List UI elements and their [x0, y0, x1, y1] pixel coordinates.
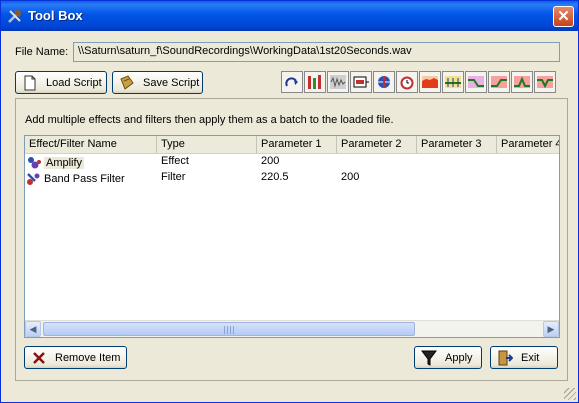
spectrum-band-icon: [514, 76, 530, 88]
row-type: Effect: [161, 155, 189, 167]
column-header-type[interactable]: Type: [157, 136, 257, 153]
tool-button-normalize[interactable]: [350, 71, 372, 93]
exit-button[interactable]: Exit: [490, 346, 558, 369]
save-script-button[interactable]: Save Script: [112, 71, 203, 94]
window-title: Tool Box: [28, 8, 83, 23]
spectrum-highpass-icon: [491, 76, 507, 88]
row-parameter-1: 220.5: [261, 171, 289, 183]
row-name: Amplify: [44, 156, 85, 169]
tool-button-waveform[interactable]: [327, 71, 349, 93]
row-name: Band Pass Filter: [44, 172, 125, 185]
column-header-parameter-2[interactable]: Parameter 2: [337, 136, 417, 153]
scroll-right-icon[interactable]: ▶: [543, 321, 559, 337]
table-row[interactable]: Amplify Effect 200: [25, 154, 417, 170]
waveform-icon: [330, 75, 346, 89]
tool-button-spectrum-filter[interactable]: [442, 71, 464, 93]
column-header-parameter-1[interactable]: Parameter 1: [257, 136, 337, 153]
document-icon: [24, 75, 36, 90]
resize-grip[interactable]: [564, 388, 576, 400]
spectrum-lowpass-icon: [468, 76, 484, 88]
title-bar[interactable]: Tool Box ✕: [1, 1, 578, 31]
spectrum-notch-icon: [537, 76, 553, 89]
remove-x-icon: [33, 351, 45, 364]
tool-button-redo[interactable]: [281, 71, 303, 93]
exit-label: Exit: [521, 351, 540, 364]
column-header-parameter-4[interactable]: Parameter 4: [497, 136, 559, 153]
tool-button-balance[interactable]: [373, 71, 395, 93]
scrollbar-thumb[interactable]: [43, 322, 415, 336]
row-type: Filter: [161, 171, 186, 183]
toolbox-window: Tool Box ✕ File Name: \\Saturn\saturn_f\…: [0, 0, 579, 403]
balance-icon: [378, 76, 390, 88]
tool-button-equalizer[interactable]: [304, 71, 326, 93]
timer-icon: [400, 76, 414, 90]
tool-button-spectrum-band[interactable]: [511, 71, 533, 93]
spectrum-filter-icon: [445, 76, 461, 88]
batch-panel: Add multiple effects and filters then ap…: [15, 98, 568, 381]
tool-button-spectrum-notch[interactable]: [534, 71, 556, 93]
grip-icon: [224, 326, 234, 334]
column-header-name[interactable]: Effect/Filter Name: [25, 136, 157, 153]
normalize-icon: [353, 76, 369, 88]
row-parameter-1: 200: [261, 155, 280, 167]
filter-icon: [27, 172, 40, 185]
load-script-button[interactable]: Load Script: [15, 71, 107, 94]
tool-button-spectrum-highpass[interactable]: [488, 71, 510, 93]
row-parameter-2: [337, 154, 417, 170]
exit-door-icon: [498, 350, 513, 365]
apply-label: Apply: [445, 351, 473, 364]
effects-toolbar: [281, 71, 561, 95]
remove-item-button[interactable]: Remove Item: [24, 346, 127, 369]
funnel-icon: [421, 350, 437, 366]
batch-hint-text: Add multiple effects and filters then ap…: [25, 114, 394, 126]
remove-item-label: Remove Item: [55, 351, 121, 364]
redo-arrow-icon: [285, 77, 298, 87]
load-script-label: Load Script: [46, 76, 102, 89]
tool-button-spectrum-lowpass[interactable]: [465, 71, 487, 93]
horizontal-scrollbar[interactable]: ◀ ▶: [25, 320, 559, 337]
save-pencil-icon: [120, 74, 134, 90]
save-script-label: Save Script: [143, 76, 200, 89]
spectrum-orange-icon: [422, 76, 438, 88]
effects-list[interactable]: Effect/Filter Name Type Parameter 1 Para…: [24, 135, 560, 338]
amplify-icon: [28, 156, 41, 168]
tool-button-spectrum-orange[interactable]: [419, 71, 441, 93]
list-header: Effect/Filter Name Type Parameter 1 Para…: [25, 136, 559, 154]
column-header-parameter-3[interactable]: Parameter 3: [417, 136, 497, 153]
close-button[interactable]: ✕: [553, 6, 574, 27]
scroll-left-icon[interactable]: ◀: [25, 321, 41, 337]
table-row[interactable]: Band Pass Filter Filter 220.5 200: [25, 170, 417, 186]
tools-icon: [8, 10, 21, 23]
equalizer-bars-icon: [308, 75, 321, 89]
tool-button-timer[interactable]: [396, 71, 418, 93]
file-name-label: File Name:: [15, 46, 69, 58]
row-parameter-2: 200: [341, 171, 360, 183]
file-name-field[interactable]: \\Saturn\saturn_f\SoundRecordings\Workin…: [73, 42, 560, 62]
apply-button[interactable]: Apply: [414, 346, 482, 369]
